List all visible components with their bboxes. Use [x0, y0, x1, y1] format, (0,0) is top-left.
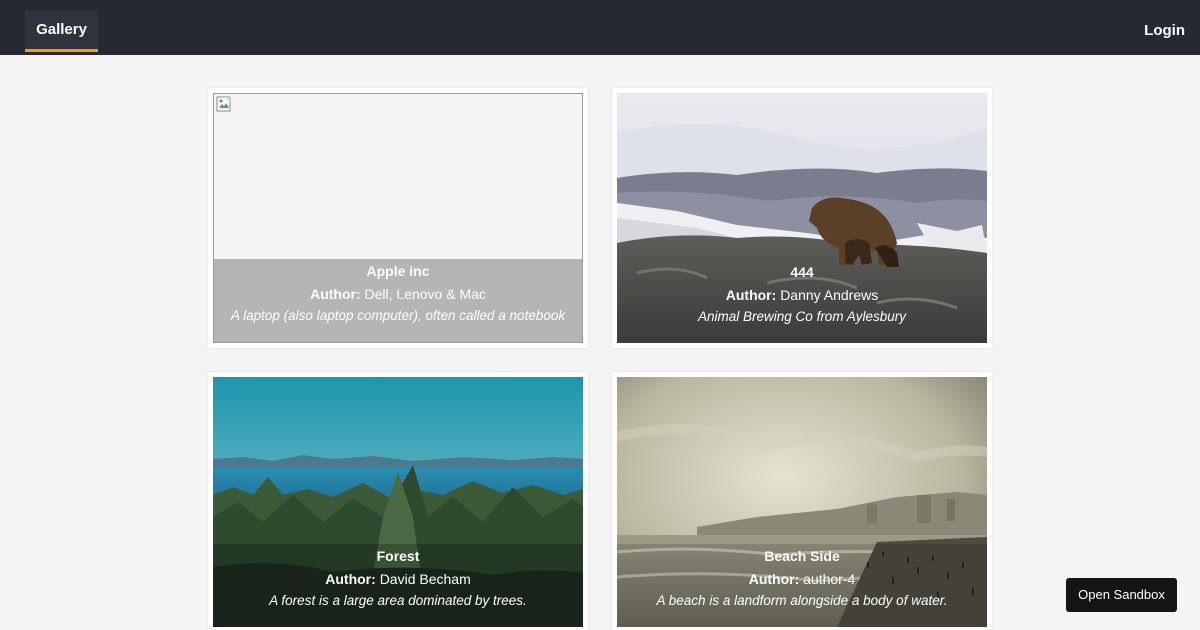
card-author: Author: Dell, Lenovo & Mac — [214, 286, 582, 302]
card-description: A beach is a landform alongside a body o… — [656, 593, 948, 608]
author-name: Danny Andrews — [780, 287, 879, 303]
card-caption: 444 Author: Danny Andrews Animal Brewing… — [617, 260, 987, 343]
card-caption: Forest Author: David Becham A forest is … — [213, 544, 583, 627]
card-author: Author: author-4 — [617, 571, 987, 587]
card-description: Animal Brewing Co from Aylesbury — [698, 309, 906, 324]
author-label: Author: — [325, 571, 376, 587]
card-description: A laptop (also laptop computer), often c… — [230, 308, 566, 323]
gallery-card[interactable]: Beach Side Author: author-4 A beach is a… — [612, 372, 992, 630]
author-label: Author: — [748, 571, 800, 587]
card-title: 444 — [790, 264, 814, 280]
broken-image-icon — [216, 96, 231, 112]
card-caption: Apple inc Author: Dell, Lenovo & Mac A l… — [214, 259, 582, 342]
login-link[interactable]: Login — [1144, 10, 1185, 52]
open-sandbox-button[interactable]: Open Sandbox — [1066, 578, 1177, 612]
gallery-card[interactable]: Forest Author: David Becham A forest is … — [208, 372, 588, 630]
author-name: David Becham — [379, 571, 471, 587]
card-description: A forest is a large area dominated by tr… — [269, 593, 527, 608]
navbar: Gallery Login — [0, 0, 1200, 55]
author-name: Dell, Lenovo & Mac — [364, 286, 486, 302]
author-label: Author: — [725, 287, 777, 303]
gallery-card[interactable]: Apple inc Author: Dell, Lenovo & Mac A l… — [208, 88, 588, 348]
broken-image: Apple inc Author: Dell, Lenovo & Mac A l… — [213, 93, 583, 343]
card-author: Author: Danny Andrews — [617, 287, 987, 303]
nav-tab-gallery[interactable]: Gallery — [25, 10, 98, 52]
card-title: Forest — [376, 548, 420, 564]
card-caption: Beach Side Author: author-4 A beach is a… — [617, 544, 987, 627]
gallery-card[interactable]: 444 Author: Danny Andrews Animal Brewing… — [612, 88, 992, 348]
author-name: author-4 — [803, 571, 856, 587]
card-title: Beach Side — [764, 548, 840, 564]
card-author: Author: David Becham — [213, 571, 583, 587]
author-label: Author: — [310, 286, 361, 302]
card-title: Apple inc — [366, 263, 430, 279]
